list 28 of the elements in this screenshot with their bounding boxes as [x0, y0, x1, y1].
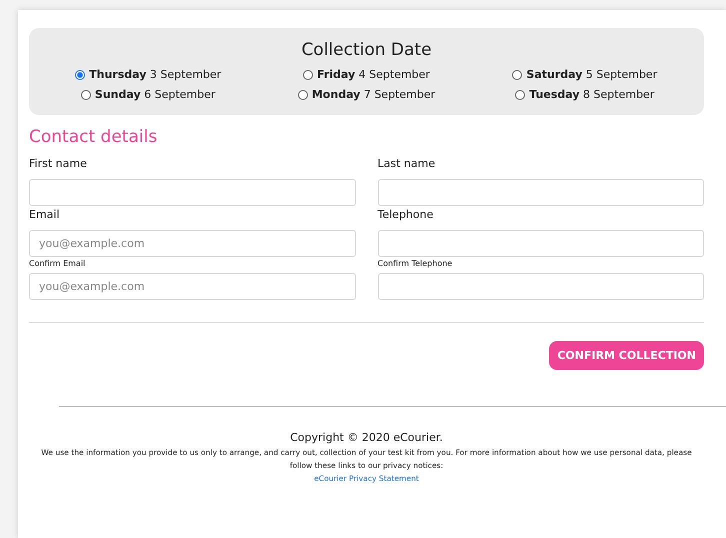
section-heading: Contact details: [29, 127, 158, 147]
input-field[interactable]: you@example.com: [29, 273, 356, 300]
confirm-button[interactable]: CONFIRM COLLECTION: [549, 341, 704, 370]
date-option[interactable]: Saturday 5 September: [512, 68, 658, 81]
input-field[interactable]: [29, 179, 356, 206]
input-field[interactable]: you@example.com: [29, 230, 356, 257]
panel-title: Collection Date: [301, 40, 432, 60]
input-field[interactable]: [378, 273, 704, 300]
radio-icon[interactable]: [512, 70, 522, 80]
radio-icon[interactable]: [303, 70, 314, 80]
date-option[interactable]: Sunday 6 September: [80, 88, 216, 101]
field-label: Confirm Telephone: [378, 259, 452, 268]
date-option[interactable]: Tuesday 8 September: [515, 88, 654, 101]
radio-icon[interactable]: [75, 70, 86, 80]
input-field[interactable]: [378, 179, 704, 206]
radio-icon[interactable]: [298, 90, 308, 100]
field-label: First name: [29, 157, 87, 170]
input-field[interactable]: [378, 230, 704, 257]
field-label: Email: [29, 208, 60, 221]
radio-icon[interactable]: [80, 90, 91, 100]
field-label: Telephone: [378, 208, 434, 221]
field-label: Confirm Email: [29, 259, 86, 268]
date-option[interactable]: Monday 7 September: [298, 88, 436, 101]
copyright-text: Copyright © 2020 eCourier.: [290, 431, 443, 444]
field-label: Last name: [378, 157, 436, 170]
date-option[interactable]: Thursday 3 September: [75, 68, 222, 81]
radio-icon[interactable]: [515, 90, 526, 100]
date-option[interactable]: Friday 4 September: [303, 68, 430, 81]
